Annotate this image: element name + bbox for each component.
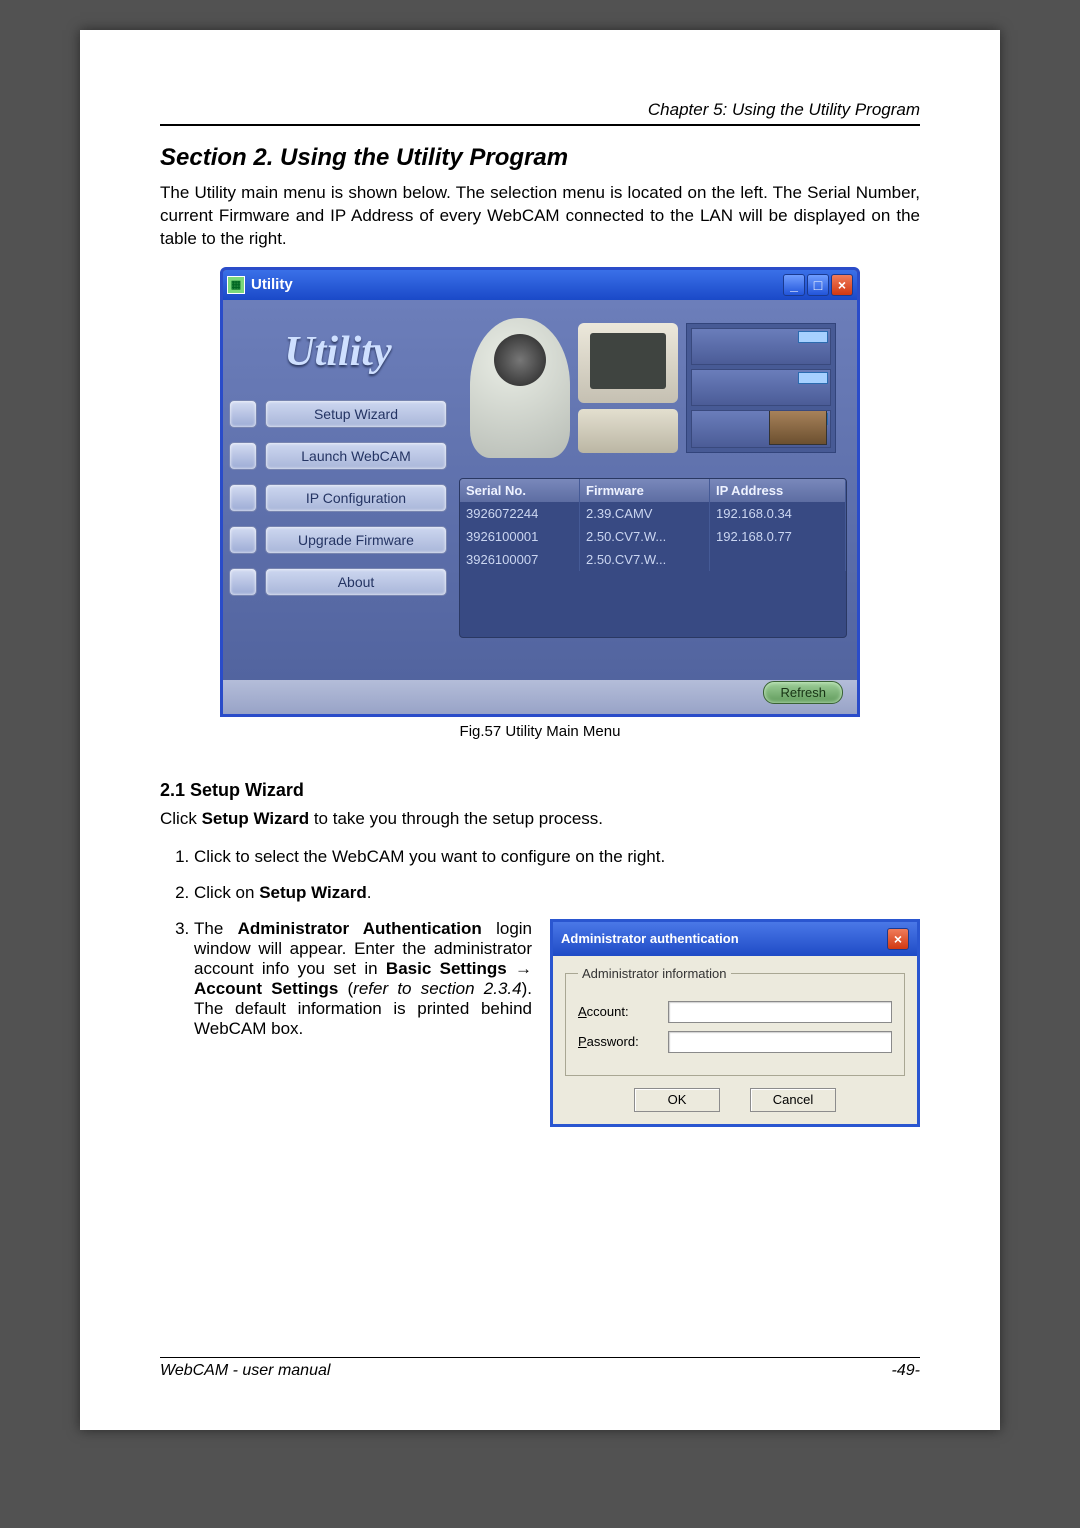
steps-list: Click to select the WebCAM you want to c… xyxy=(194,847,920,1127)
utility-title-text: Utility xyxy=(251,276,293,293)
menu-square-icon xyxy=(229,526,257,554)
section-title: Section 2. Using the Utility Program xyxy=(160,144,920,172)
text: Click xyxy=(160,809,202,828)
step-1: Click to select the WebCAM you want to c… xyxy=(194,847,920,867)
col-serial: Serial No. xyxy=(460,479,580,502)
auth-close-button[interactable]: × xyxy=(887,928,909,950)
page-footer: WebCAM - user manual -49- xyxy=(160,1353,920,1380)
table-row[interactable]: 3926072244 2.39.CAMV 192.168.0.34 xyxy=(460,502,846,525)
menu-square-icon xyxy=(229,442,257,470)
utility-left-panel: Utility Setup Wizard Launch WebCAM IP Co… xyxy=(223,300,453,680)
utility-window: ▦ Utility _ □ × Utility Setup Wizard Lau… xyxy=(220,267,860,717)
figure-caption: Fig.57 Utility Main Menu xyxy=(160,723,920,740)
menu-about[interactable]: About xyxy=(229,568,447,596)
text: The xyxy=(194,919,238,938)
close-button[interactable]: × xyxy=(831,274,853,296)
account-label: Account: xyxy=(578,1004,668,1019)
auth-legend: Administrator information xyxy=(578,966,731,981)
cell-ip: 192.168.0.34 xyxy=(710,502,846,525)
table-row[interactable]: 3926100001 2.50.CV7.W... 192.168.0.77 xyxy=(460,525,846,548)
cell-serial: 3926100001 xyxy=(460,525,580,548)
utility-app-icon: ▦ xyxy=(227,276,245,294)
intro-paragraph: The Utility main menu is shown below. Th… xyxy=(160,182,920,251)
chapter-header: Chapter 5: Using the Utility Program xyxy=(160,100,920,120)
menu-launch-webcam[interactable]: Launch WebCAM xyxy=(229,442,447,470)
menu-upgrade-firmware[interactable]: Upgrade Firmware xyxy=(229,526,447,554)
screenshots-thumbnail xyxy=(686,323,836,453)
menu-label: Launch WebCAM xyxy=(265,442,447,470)
cell-ip: 192.168.0.77 xyxy=(710,525,846,548)
col-firmware: Firmware xyxy=(580,479,710,502)
cell-firmware: 2.50.CV7.W... xyxy=(580,548,710,571)
device-gallery xyxy=(459,308,847,468)
auth-dialog: Administrator authentication × Administr… xyxy=(550,919,920,1127)
col-ip: IP Address xyxy=(710,479,846,502)
subsection-title: 2.1 Setup Wizard xyxy=(160,780,920,801)
subsection-intro: Click Setup Wizard to take you through t… xyxy=(160,809,920,829)
refresh-button[interactable]: Refresh xyxy=(763,681,843,704)
cell-serial: 3926072244 xyxy=(460,502,580,525)
cell-serial: 3926100007 xyxy=(460,548,580,571)
password-field[interactable] xyxy=(668,1031,892,1053)
divider-top xyxy=(160,124,920,126)
menu-ip-configuration[interactable]: IP Configuration xyxy=(229,484,447,512)
auth-body: Administrator information Account: Passw… xyxy=(553,956,917,1124)
menu-label: Setup Wizard xyxy=(265,400,447,428)
menu-label: IP Configuration xyxy=(265,484,447,512)
utility-right-panel: Serial No. Firmware IP Address 392607224… xyxy=(453,300,857,680)
account-field[interactable] xyxy=(668,1001,892,1023)
utility-footer-strip: Refresh xyxy=(223,680,857,714)
minimize-button[interactable]: _ xyxy=(783,274,805,296)
table-row[interactable]: 3926100007 2.50.CV7.W... xyxy=(460,548,846,571)
camera-illustration xyxy=(470,318,570,458)
ok-button[interactable]: OK xyxy=(634,1088,720,1112)
bold-text: Setup Wizard xyxy=(259,883,367,902)
italic-text: refer to section 2.3.4 xyxy=(353,979,521,998)
camera-table[interactable]: Serial No. Firmware IP Address 392607224… xyxy=(459,478,847,638)
text: to take you through the setup process. xyxy=(309,809,603,828)
menu-square-icon xyxy=(229,484,257,512)
menu-setup-wizard[interactable]: Setup Wizard xyxy=(229,400,447,428)
auth-title-text: Administrator authentication xyxy=(561,931,739,946)
step-2: Click on Setup Wizard. xyxy=(194,883,920,903)
utility-body: Utility Setup Wizard Launch WebCAM IP Co… xyxy=(223,300,857,680)
text: ( xyxy=(338,979,353,998)
cancel-button[interactable]: Cancel xyxy=(750,1088,836,1112)
menu-square-icon xyxy=(229,568,257,596)
cell-firmware: 2.50.CV7.W... xyxy=(580,525,710,548)
table-header-row: Serial No. Firmware IP Address xyxy=(460,479,846,502)
divider-bottom xyxy=(160,1357,920,1358)
maximize-button[interactable]: □ xyxy=(807,274,829,296)
cell-firmware: 2.39.CAMV xyxy=(580,502,710,525)
cell-ip xyxy=(710,548,846,571)
page: Chapter 5: Using the Utility Program Sec… xyxy=(80,30,1000,1430)
pc-illustration xyxy=(578,323,678,453)
utility-logo: Utility xyxy=(229,328,447,376)
step-3: The Administrator Authentication login w… xyxy=(194,919,920,1127)
bold-text: Administrator Authentication xyxy=(238,919,482,938)
utility-titlebar: ▦ Utility _ □ × xyxy=(223,270,857,300)
password-label: Password: xyxy=(578,1034,668,1049)
auth-fieldset: Administrator information Account: Passw… xyxy=(565,966,905,1076)
text: . xyxy=(367,883,372,902)
auth-titlebar: Administrator authentication × xyxy=(553,922,917,956)
text: Click on xyxy=(194,883,259,902)
menu-square-icon xyxy=(229,400,257,428)
menu-label: Upgrade Firmware xyxy=(265,526,447,554)
menu-label: About xyxy=(265,568,447,596)
footer-right: -49- xyxy=(892,1362,920,1380)
footer-left: WebCAM - user manual xyxy=(160,1362,330,1380)
bold-text: Setup Wizard xyxy=(202,809,310,828)
